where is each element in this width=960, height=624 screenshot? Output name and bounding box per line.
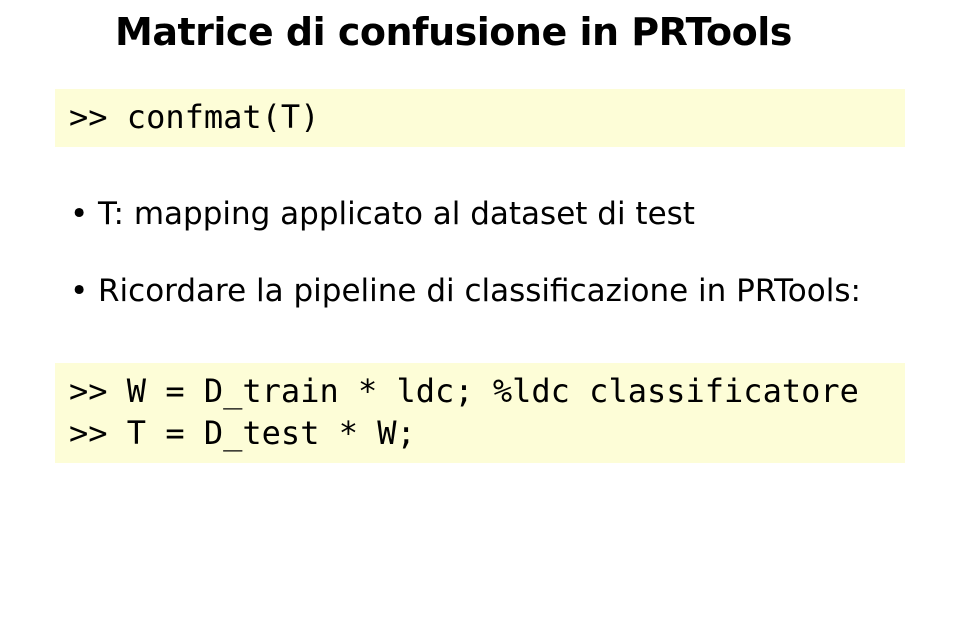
code-line: >> confmat(T) xyxy=(69,97,891,139)
list-item: T: mapping applicato al dataset di test xyxy=(70,192,920,237)
bullet-list: T: mapping applicato al dataset di test … xyxy=(70,192,920,314)
code-block-confmat: >> confmat(T) xyxy=(55,89,905,147)
slide-title: Matrice di confusione in PRTools xyxy=(115,10,920,54)
code-block-pipeline: >> W = D_train * ldc; %ldc classificator… xyxy=(55,363,905,462)
code-line: >> T = D_test * W; xyxy=(69,413,891,455)
list-item: Ricordare la pipeline di classificazione… xyxy=(70,269,920,314)
code-line: >> W = D_train * ldc; %ldc classificator… xyxy=(69,371,891,413)
